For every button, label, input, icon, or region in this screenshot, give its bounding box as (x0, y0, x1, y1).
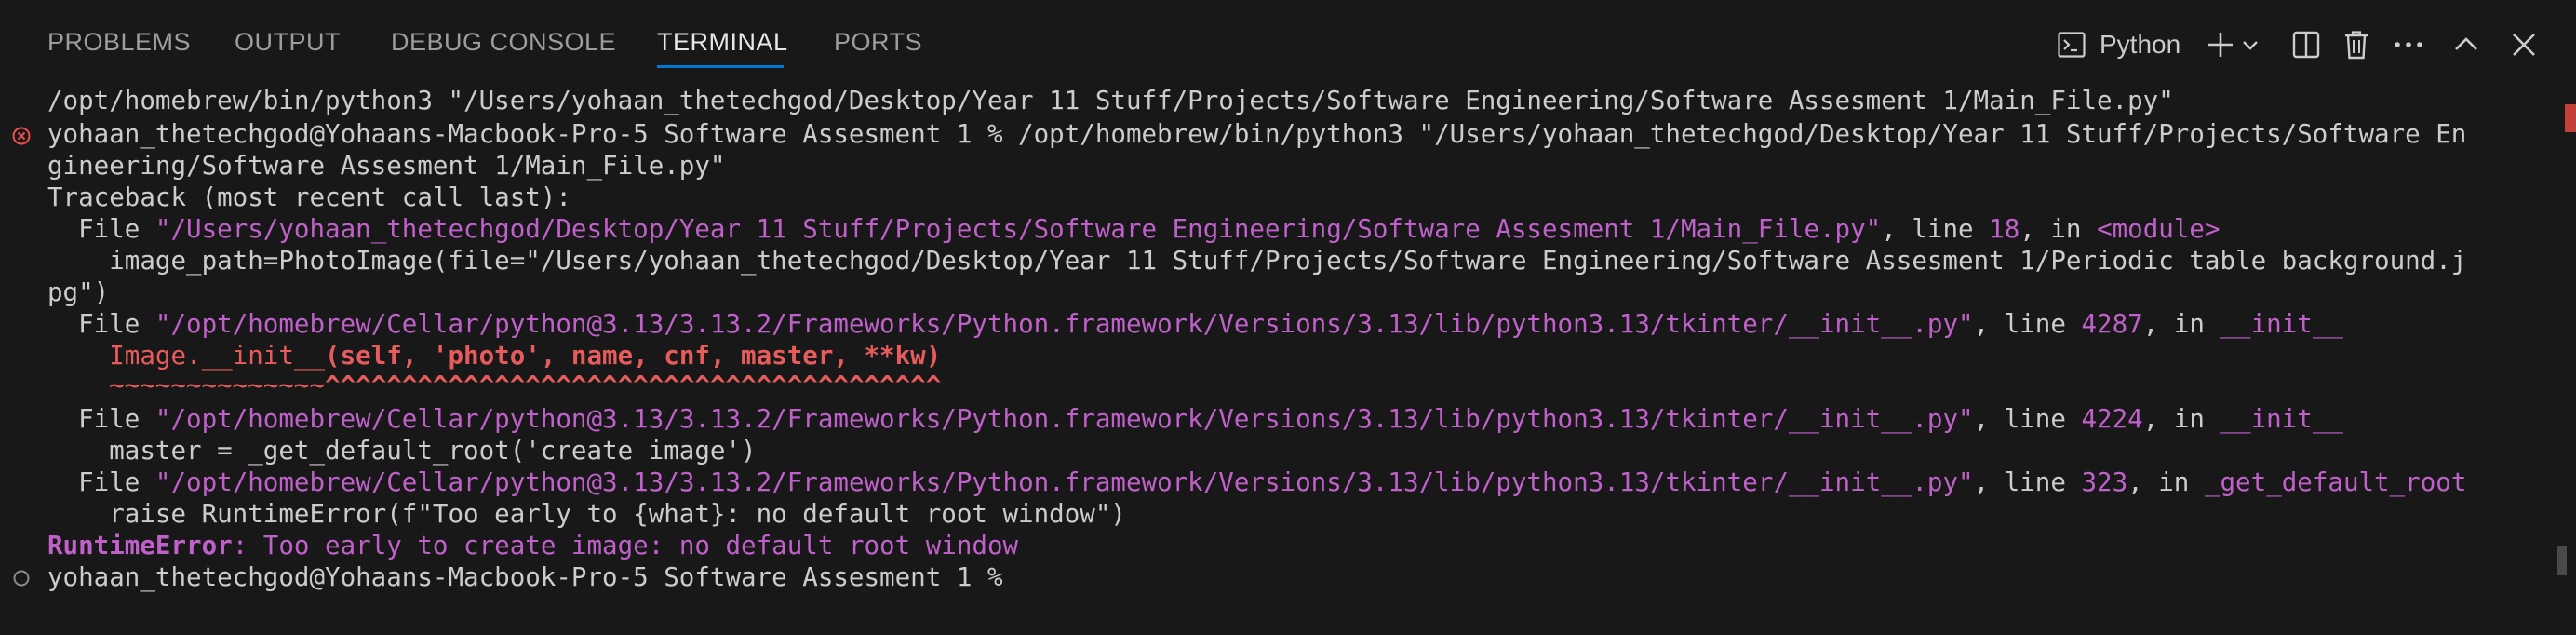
terminal-line: pg") (47, 277, 110, 307)
close-icon (2511, 32, 2537, 58)
trash-icon (2341, 29, 2371, 61)
command-decoration-icon[interactable] (11, 568, 32, 588)
tab-problems[interactable]: PROBLEMS (47, 28, 191, 65)
active-tab-indicator (657, 65, 784, 68)
split-terminal-button[interactable] (2288, 22, 2325, 67)
plus-icon (2206, 30, 2235, 60)
traceback-frame-line: File "/Users/yohaan_thetechgod/Desktop/Y… (47, 214, 2220, 244)
error-message-line: RuntimeError: Too early to create image:… (47, 531, 1019, 561)
kill-terminal-button[interactable] (2338, 22, 2375, 67)
terminal-dropdown-button[interactable] (2237, 22, 2263, 67)
terminal-line: yohaan_thetechgod@Yohaans-Macbook-Pro-5 … (47, 119, 2467, 149)
file-path-link[interactable]: "/opt/homebrew/Cellar/python@3.13/3.13.2… (155, 467, 1974, 497)
traceback-frame-line: File "/opt/homebrew/Cellar/python@3.13/3… (47, 309, 2343, 339)
file-path-link[interactable]: "/opt/homebrew/Cellar/python@3.13/3.13.2… (155, 309, 1974, 339)
more-actions-button[interactable] (2390, 22, 2427, 67)
scrollbar-thumb[interactable] (2557, 546, 2567, 575)
terminal-line: Traceback (most recent call last): (47, 182, 571, 212)
terminal-name: Python (2100, 30, 2181, 59)
maximize-panel-button[interactable] (2448, 22, 2485, 67)
error-marker-line: ~~~~~~~~~~~~~~^^^^^^^^^^^^^^^^^^^^^^^^^^… (109, 371, 942, 400)
chevron-up-icon (2452, 31, 2480, 59)
tab-debug-console[interactable]: DEBUG CONSOLE (391, 28, 616, 65)
panel-header: PROBLEMS OUTPUT DEBUG CONSOLE TERMINAL P… (0, 0, 2576, 80)
scrollbar-error-marker (2565, 104, 2576, 132)
terminal-selector[interactable]: Python (2057, 22, 2209, 67)
error-highlight-line: Image.__init__(self, 'photo', name, cnf,… (109, 341, 942, 371)
terminal-output[interactable]: /opt/homebrew/bin/python3 "/Users/yohaan… (0, 80, 2550, 635)
tab-ports[interactable]: PORTS (834, 28, 922, 65)
terminal-icon (2057, 30, 2086, 60)
tab-output[interactable]: OUTPUT (235, 28, 341, 65)
terminal-line: /opt/homebrew/bin/python3 "/Users/yohaan… (47, 86, 2174, 115)
file-path-link[interactable]: "/Users/yohaan_thetechgod/Desktop/Year 1… (155, 214, 1881, 244)
error-decoration-icon[interactable] (11, 126, 32, 146)
terminal-line: image_path=PhotoImage(file="/Users/yohaa… (47, 246, 2467, 276)
terminal-line: raise RuntimeError(f"Too early to {what}… (47, 499, 1126, 529)
file-path-link[interactable]: "/opt/homebrew/Cellar/python@3.13/3.13.2… (155, 404, 1974, 434)
traceback-frame-line: File "/opt/homebrew/Cellar/python@3.13/3… (47, 467, 2467, 497)
tab-terminal[interactable]: TERMINAL (657, 28, 788, 65)
chevron-down-icon (2240, 34, 2261, 55)
split-editor-icon (2291, 30, 2321, 60)
traceback-frame-line: File "/opt/homebrew/Cellar/python@3.13/3… (47, 404, 2343, 434)
new-terminal-button[interactable] (2204, 22, 2237, 67)
close-panel-button[interactable] (2505, 22, 2542, 67)
terminal-prompt: yohaan_thetechgod@Yohaans-Macbook-Pro-5 … (47, 562, 1019, 592)
terminal-line: master = _get_default_root('create image… (47, 436, 757, 466)
ellipsis-icon (2394, 40, 2423, 49)
terminal-line: gineering/Software Assesment 1/Main_File… (47, 151, 726, 181)
